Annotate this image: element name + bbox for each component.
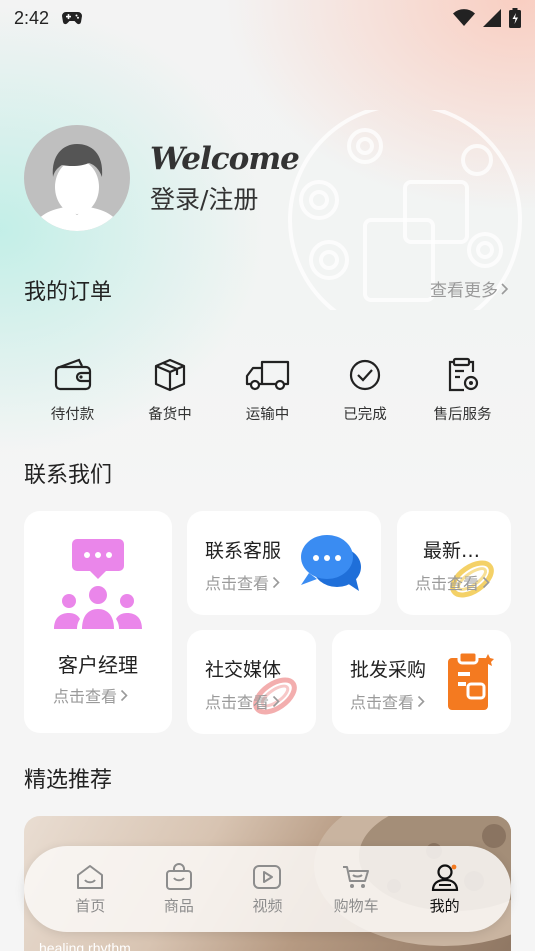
order-pending-payment[interactable]: 待付款 — [24, 355, 121, 424]
chevron-right-icon — [501, 282, 509, 295]
social-media-title: 社交媒体 — [205, 659, 282, 681]
user-icon — [431, 863, 458, 891]
chevron-right-icon — [272, 576, 280, 588]
account-manager-card[interactable]: 客户经理 点击查看 — [24, 511, 172, 733]
account-manager-sub: 点击查看 — [53, 683, 128, 707]
order-completed[interactable]: 已完成 — [317, 355, 414, 424]
order-label: 待付款 — [50, 407, 95, 423]
bottom-tab-bar: 首页 商品 视频 购物车 我的 — [24, 846, 511, 932]
status-time: 2:42 — [14, 7, 50, 28]
orders-row: 待付款 备货中 运输中 已完成 售后服务 — [24, 355, 511, 424]
tab-home[interactable]: 首页 — [55, 863, 125, 916]
chat-bubbles-icon — [301, 535, 361, 591]
tab-label: 我的 — [429, 896, 460, 915]
clipboard-order-icon — [448, 650, 494, 710]
order-label: 售后服务 — [433, 407, 492, 423]
wholesale-sub: 点击查看 — [350, 689, 425, 713]
welcome-text: Welcome — [150, 141, 300, 177]
order-after-sales[interactable]: 售后服务 — [414, 355, 511, 424]
wallet-icon — [54, 358, 91, 391]
chevron-right-icon — [120, 689, 128, 701]
wholesale-sub-label: 点击查看 — [350, 693, 415, 712]
customer-service-card[interactable]: 联系客服 点击查看 — [187, 511, 381, 615]
customer-service-sub: 点击查看 — [205, 570, 280, 594]
orders-title: 我的订单 — [24, 280, 113, 305]
chevron-right-icon — [417, 695, 425, 707]
featured-title: 精选推荐 — [24, 768, 113, 793]
banner-text: healing rhythm — [39, 940, 131, 951]
wholesale-card[interactable]: 批发采购 点击查看 — [332, 630, 511, 734]
avatar[interactable]: MounRain — [24, 125, 130, 231]
tab-video[interactable]: 视频 — [232, 863, 302, 916]
order-label: 运输中 — [245, 407, 290, 423]
customer-service-title: 联系客服 — [205, 540, 282, 562]
account-manager-sub-label: 点击查看 — [53, 687, 118, 706]
social-media-sub-label: 点击查看 — [205, 693, 270, 712]
video-icon — [253, 864, 282, 889]
tab-cart[interactable]: 购物车 — [321, 863, 391, 916]
check-circle-icon — [349, 359, 381, 391]
shopping-bag-icon — [165, 862, 192, 890]
avatar-brand-text: MounRain — [58, 213, 96, 222]
account-manager-icon — [54, 539, 142, 629]
status-bar: 2:42 — [0, 0, 535, 36]
battery-icon — [509, 8, 521, 28]
wholesale-title: 批发采购 — [350, 659, 427, 681]
social-media-sub: 点击查看 — [205, 689, 280, 713]
order-preparing[interactable]: 备货中 — [122, 355, 219, 424]
order-label: 备货中 — [148, 407, 192, 423]
latest-sub-label: 点击查看 — [415, 574, 480, 593]
home-icon — [77, 864, 104, 889]
tab-label: 商品 — [163, 896, 194, 915]
gamepad-icon — [62, 12, 83, 25]
signal-icon — [483, 9, 501, 27]
login-register-link[interactable]: 登录/注册 — [150, 180, 299, 216]
latest-title: 最新… — [423, 540, 481, 562]
orders-more-link[interactable]: 查看更多 — [430, 276, 509, 301]
clipboard-gear-icon — [448, 357, 478, 392]
truck-icon — [245, 360, 289, 391]
tab-label: 购物车 — [333, 896, 379, 915]
latest-sub: 点击查看 — [415, 570, 490, 594]
package-icon — [154, 358, 186, 392]
wifi-icon — [453, 9, 475, 26]
tab-mine[interactable]: 我的 — [410, 863, 480, 916]
chevron-right-icon — [482, 576, 490, 588]
order-label: 已完成 — [343, 407, 387, 423]
social-media-card[interactable]: 社交媒体 点击查看 — [187, 630, 316, 734]
tab-label: 首页 — [75, 896, 106, 915]
order-shipping[interactable]: 运输中 — [219, 355, 316, 424]
tab-products[interactable]: 商品 — [144, 862, 214, 916]
customer-service-sub-label: 点击查看 — [205, 574, 270, 593]
orders-more-label: 查看更多 — [430, 281, 498, 301]
contact-title: 联系我们 — [24, 463, 113, 488]
cart-icon — [343, 865, 370, 888]
tab-label: 视频 — [252, 896, 283, 915]
latest-card[interactable]: 最新… 点击查看 — [397, 511, 511, 615]
account-manager-title: 客户经理 — [58, 653, 138, 677]
profile-header[interactable]: MounRain Welcome 登录/注册 — [24, 125, 300, 231]
chevron-right-icon — [272, 695, 280, 707]
